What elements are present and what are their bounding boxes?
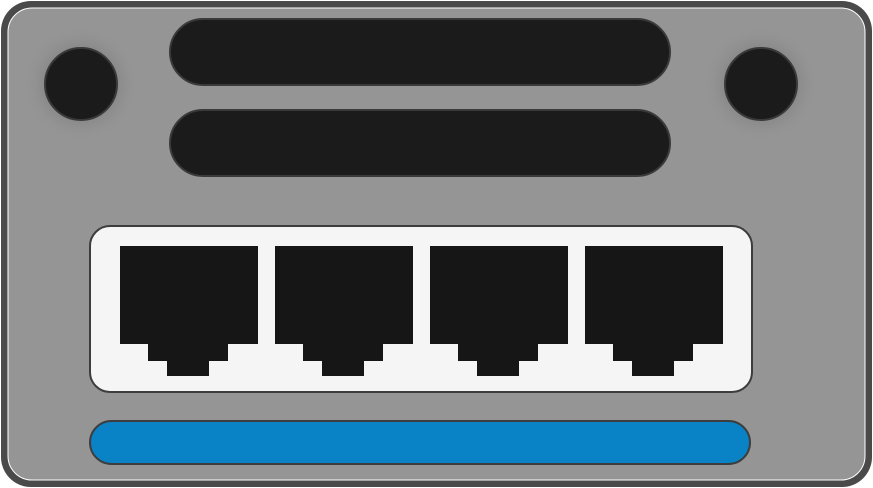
switch-back-panel (1, 1, 872, 487)
left-screw-hole-icon (44, 47, 118, 121)
right-screw-hole-icon (724, 47, 798, 121)
device-illustration (0, 0, 873, 488)
status-light-bar (89, 420, 751, 465)
upper-vent-slot (169, 18, 671, 86)
lower-vent-slot (169, 109, 671, 177)
